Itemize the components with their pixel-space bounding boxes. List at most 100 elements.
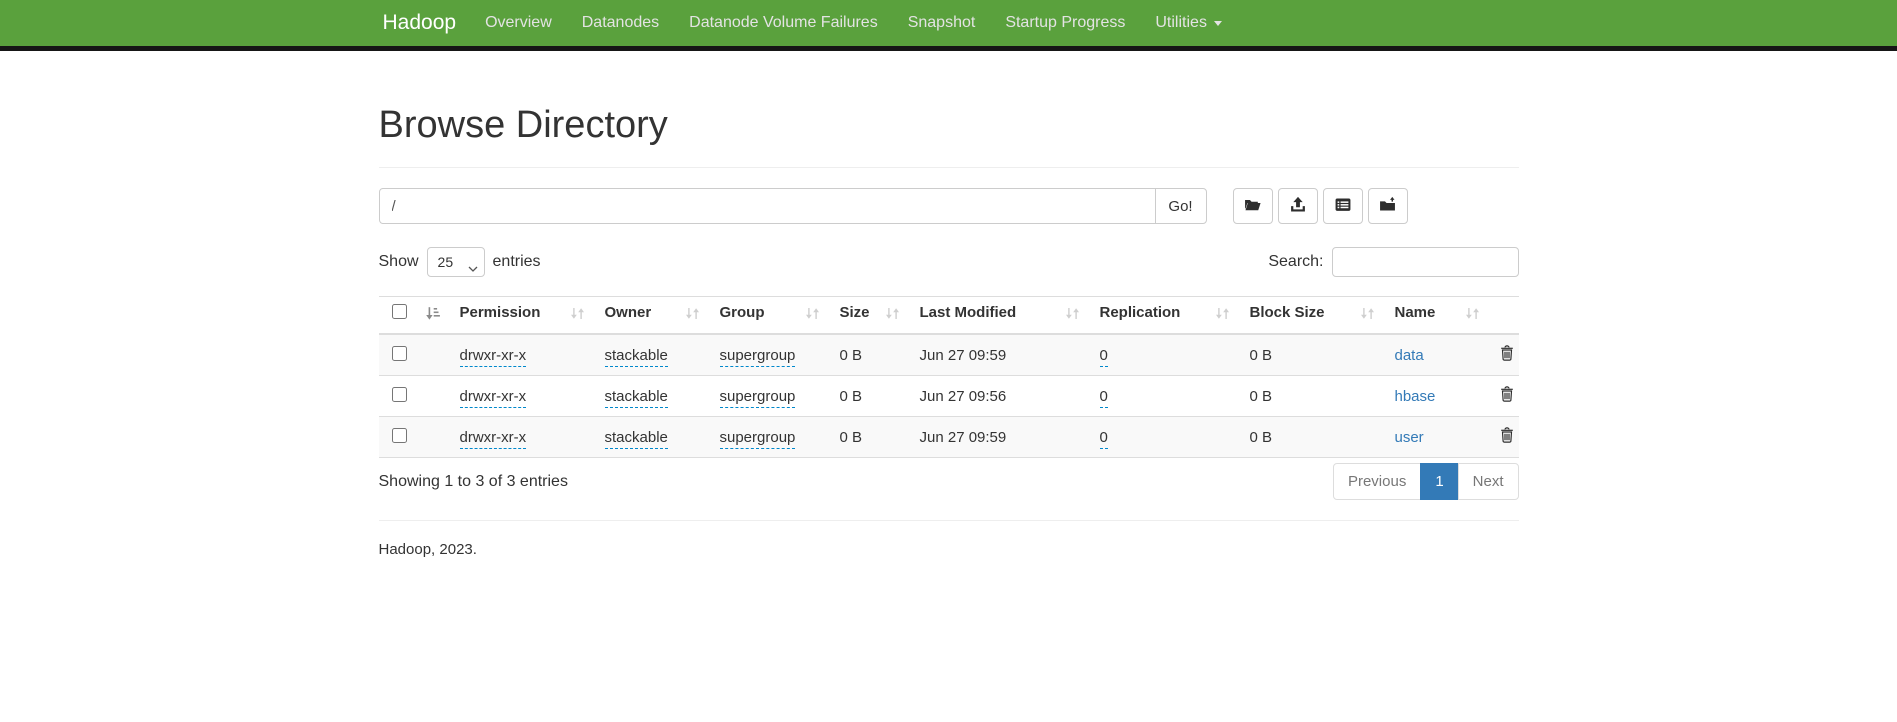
directory-link-hbase[interactable]: hbase <box>1395 388 1436 405</box>
owner-editable[interactable]: stackable <box>605 429 668 449</box>
replication-header-label: Replication <box>1100 304 1181 321</box>
column-header-name[interactable]: Name <box>1385 297 1490 335</box>
caret-down-icon <box>1214 21 1222 26</box>
sort-both-icon <box>1465 306 1480 325</box>
file-list-button[interactable] <box>1323 188 1363 224</box>
entries-per-page-select[interactable]: 25 <box>427 247 485 277</box>
sort-both-icon <box>885 306 900 325</box>
nav-item-datanode-volume-failures[interactable]: Datanode Volume Failures <box>674 14 893 32</box>
table-info: Showing 1 to 3 of 3 entries <box>379 473 568 491</box>
sort-both-icon <box>570 306 585 325</box>
group-header-label: Group <box>720 304 765 321</box>
select-all-header[interactable] <box>379 297 450 335</box>
row-checkbox[interactable] <box>392 387 407 402</box>
file-toolbar <box>1233 188 1408 224</box>
table-row: drwxr-xr-x stackable supergroup 0 B Jun … <box>379 334 1519 376</box>
table-controls: Show 25 entries Search: <box>379 247 1519 277</box>
page-title: Browse Directory <box>379 104 1519 147</box>
search-input[interactable] <box>1332 247 1519 277</box>
column-header-owner[interactable]: Owner <box>595 297 710 335</box>
trash-icon <box>1500 345 1514 364</box>
last-modified-value: Jun 27 09:56 <box>920 388 1007 405</box>
search-control: Search: <box>1268 247 1518 277</box>
delete-button[interactable] <box>1500 386 1514 405</box>
upload-icon <box>1289 196 1307 216</box>
top-navbar: Hadoop Overview Datanodes Datanode Volum… <box>0 0 1897 51</box>
permission-header-label: Permission <box>460 304 541 321</box>
path-bar: Go! <box>379 188 1519 224</box>
replication-editable[interactable]: 0 <box>1100 347 1108 367</box>
navbar-container: Hadoop Overview Datanodes Datanode Volum… <box>379 0 1519 46</box>
block-size-header-label: Block Size <box>1250 304 1325 321</box>
nav-item-datanodes[interactable]: Datanodes <box>567 14 674 32</box>
pagination-page-1[interactable]: 1 <box>1420 463 1458 500</box>
sort-both-icon <box>805 306 820 325</box>
replication-editable[interactable]: 0 <box>1100 429 1108 449</box>
group-editable[interactable]: supergroup <box>720 429 796 449</box>
last-modified-value: Jun 27 09:59 <box>920 347 1007 364</box>
column-header-last-modified[interactable]: Last Modified <box>910 297 1090 335</box>
sort-both-icon <box>685 306 700 325</box>
block-size-value: 0 B <box>1250 388 1273 405</box>
nav-item-startup-progress[interactable]: Startup Progress <box>990 14 1140 32</box>
trash-icon <box>1500 427 1514 446</box>
trash-icon <box>1500 386 1514 405</box>
folder-open-icon <box>1243 196 1262 216</box>
column-header-actions <box>1490 297 1519 335</box>
table-footer: Showing 1 to 3 of 3 entries Previous 1 N… <box>379 463 1519 500</box>
main-content: Browse Directory Go! <box>379 104 1519 558</box>
replication-editable[interactable]: 0 <box>1100 388 1108 408</box>
footer-divider <box>379 520 1519 521</box>
delete-button[interactable] <box>1500 345 1514 364</box>
title-divider <box>379 167 1519 168</box>
sort-both-icon <box>1360 306 1375 325</box>
column-header-group[interactable]: Group <box>710 297 830 335</box>
owner-header-label: Owner <box>605 304 652 321</box>
show-label: Show <box>379 253 419 271</box>
pagination-next[interactable]: Next <box>1458 463 1519 500</box>
column-header-size[interactable]: Size <box>830 297 910 335</box>
last-modified-header-label: Last Modified <box>920 304 1017 321</box>
size-value: 0 B <box>840 388 863 405</box>
search-label: Search: <box>1268 253 1323 271</box>
directory-link-data[interactable]: data <box>1395 347 1424 364</box>
select-all-checkbox[interactable] <box>392 304 407 319</box>
block-size-value: 0 B <box>1250 429 1273 446</box>
length-control: Show 25 entries <box>379 247 541 277</box>
group-editable[interactable]: supergroup <box>720 347 796 367</box>
permission-editable[interactable]: drwxr-xr-x <box>460 388 527 408</box>
move-file-button[interactable] <box>1368 188 1408 224</box>
upload-file-button[interactable] <box>1278 188 1318 224</box>
column-header-block-size[interactable]: Block Size <box>1240 297 1385 335</box>
entries-label: entries <box>493 253 541 271</box>
owner-editable[interactable]: stackable <box>605 347 668 367</box>
sort-ascending-icon <box>425 306 440 325</box>
nav-item-snapshot[interactable]: Snapshot <box>893 14 991 32</box>
permission-editable[interactable]: drwxr-xr-x <box>460 347 527 367</box>
row-checkbox[interactable] <box>392 346 407 361</box>
group-editable[interactable]: supergroup <box>720 388 796 408</box>
name-header-label: Name <box>1395 304 1436 321</box>
footer-text: Hadoop, 2023. <box>379 541 1519 558</box>
pagination-previous[interactable]: Previous <box>1333 463 1421 500</box>
entries-select-wrap: 25 <box>427 247 485 277</box>
directory-table: Permission Owner <box>379 296 1519 458</box>
directory-link-user[interactable]: user <box>1395 429 1424 446</box>
size-header-label: Size <box>840 304 870 321</box>
nav-item-overview[interactable]: Overview <box>470 14 567 32</box>
go-button[interactable]: Go! <box>1155 188 1207 224</box>
owner-editable[interactable]: stackable <box>605 388 668 408</box>
size-value: 0 B <box>840 429 863 446</box>
brand-hadoop[interactable]: Hadoop <box>379 11 471 35</box>
create-directory-button[interactable] <box>1233 188 1273 224</box>
delete-button[interactable] <box>1500 427 1514 446</box>
row-checkbox[interactable] <box>392 428 407 443</box>
permission-editable[interactable]: drwxr-xr-x <box>460 429 527 449</box>
utilities-label: Utilities <box>1155 14 1207 32</box>
path-input-group: Go! <box>379 188 1207 224</box>
last-modified-value: Jun 27 09:59 <box>920 429 1007 446</box>
column-header-replication[interactable]: Replication <box>1090 297 1240 335</box>
directory-path-input[interactable] <box>379 188 1156 224</box>
column-header-permission[interactable]: Permission <box>450 297 595 335</box>
nav-dropdown-utilities[interactable]: Utilities <box>1140 14 1237 32</box>
